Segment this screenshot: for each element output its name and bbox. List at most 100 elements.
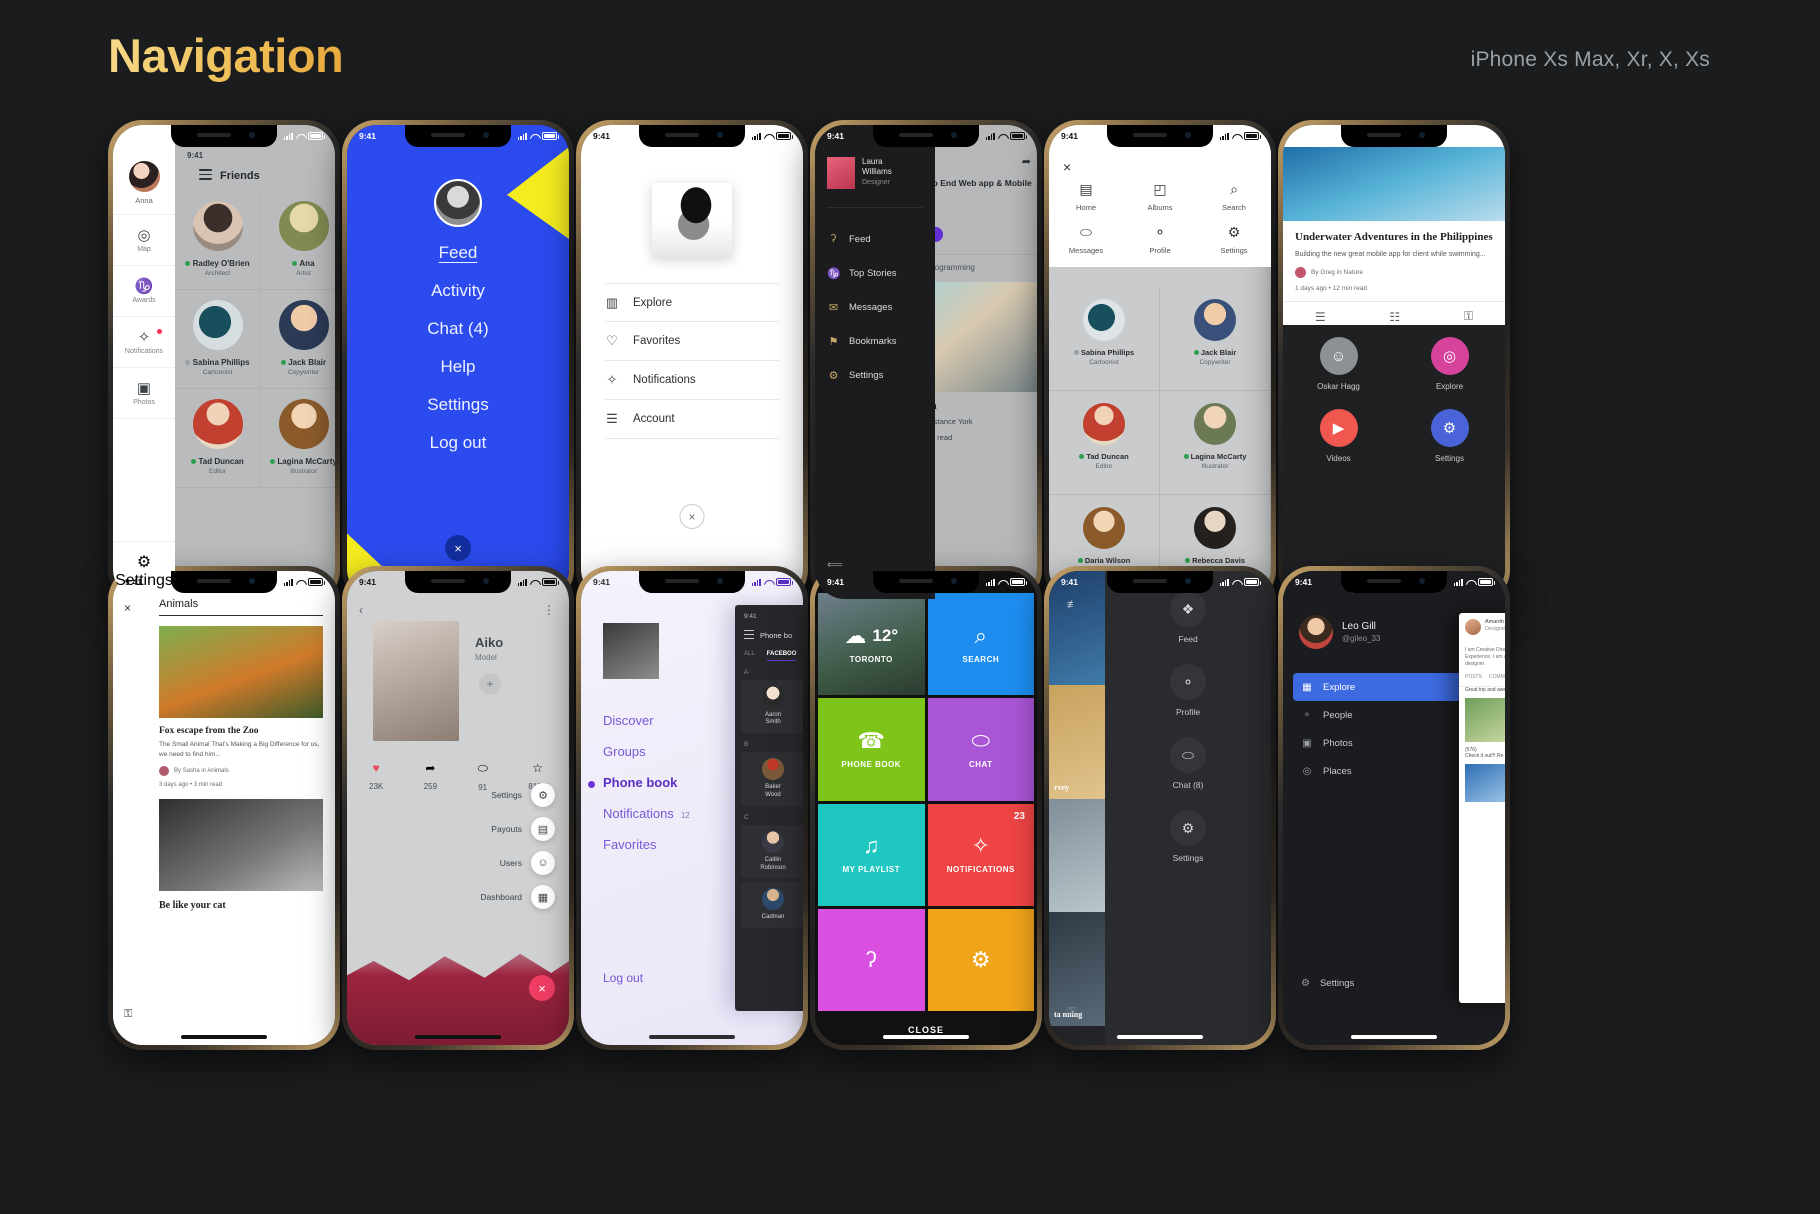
menu-item-discover[interactable]: Discover — [603, 713, 690, 728]
nav-item-home[interactable]: ▤ Home — [1049, 181, 1123, 212]
menu-item-notifications[interactable]: ✧ Notifications — [605, 361, 779, 400]
logout-icon[interactable]: ⟸ — [827, 558, 843, 571]
menu-item-phone-book[interactable]: Phone book — [588, 775, 690, 790]
menu-item-help[interactable]: Help — [347, 357, 569, 377]
story-card[interactable]: rvey — [1049, 684, 1105, 799]
nav-item-messages[interactable]: ⬭ Messages — [1049, 224, 1123, 255]
stat-likes[interactable]: ♥ 23K — [369, 761, 383, 792]
menu-item-messages[interactable]: ✉ Messages — [815, 290, 935, 324]
tab-comments[interactable]: COMM — [1489, 674, 1505, 680]
menu-item-settings[interactable]: ⚙ Settings — [815, 358, 935, 392]
menu-item-explore[interactable]: ▥ Explore — [605, 283, 779, 322]
nav-item-explore[interactable]: ◎ Explore — [1394, 337, 1505, 391]
tile-search[interactable]: ⌕ SEARCH — [927, 593, 1034, 696]
friend-card[interactable]: Tad Duncan Editor — [175, 388, 261, 488]
friend-card[interactable]: Lagina McCarty Illustrator — [261, 389, 335, 488]
contact-card[interactable]: Aaron Smith — [741, 679, 803, 734]
nav-item-settings[interactable]: ⚙ Settings — [1197, 224, 1271, 255]
more-icon[interactable]: ⋮ — [543, 603, 555, 617]
action-payouts[interactable]: Payouts ▤ — [480, 817, 555, 841]
tile-notifications[interactable]: 23 ✧ NOTIFICATIONS — [927, 803, 1034, 906]
tile-settings[interactable]: ⚙ — [927, 908, 1034, 1011]
close-icon[interactable]: × — [445, 535, 471, 561]
phone-mockup-blue-menu: Feed Activity Chat (4) Help Settings Log… — [342, 120, 574, 604]
close-icon[interactable]: × — [679, 504, 705, 529]
tile-phone-book[interactable]: ☎ PHONE BOOK — [818, 698, 925, 801]
battery-icon — [776, 578, 793, 586]
contact-card[interactable]: Baker Wood — [741, 752, 803, 806]
friend-card[interactable]: Radley O'Brien Architect — [175, 190, 261, 290]
contact-card[interactable]: Cadman — [741, 882, 803, 929]
menu-item-favorites[interactable]: Favorites — [603, 837, 690, 852]
action-settings[interactable]: Settings ⚙ — [480, 783, 555, 807]
sidebar-item-profile[interactable]: Anna — [113, 151, 175, 215]
book-icon[interactable]: ☷ — [1389, 310, 1400, 324]
sidebar-item-map[interactable]: ◎ Map — [113, 215, 175, 266]
decor-triangle-top — [507, 147, 569, 239]
menu-item-bookmarks[interactable]: ⚑ Bookmarks — [815, 324, 935, 358]
menu-item-settings[interactable]: Settings — [347, 395, 569, 415]
bell-icon[interactable]: ⚿ — [1464, 309, 1473, 324]
hamburger-icon[interactable] — [744, 630, 754, 642]
menu-item-top-stories[interactable]: ♑ Top Stories — [815, 256, 935, 290]
close-icon[interactable]: × — [1049, 151, 1271, 181]
friend-card[interactable]: Jack Blair Copywriter — [261, 290, 335, 389]
nav-item-settings[interactable]: ⚙ Settings — [1105, 810, 1271, 863]
bell-icon[interactable]: ⚿ — [124, 1008, 132, 1021]
hamburger-icon[interactable] — [199, 169, 212, 183]
action-dashboard[interactable]: Dashboard ▦ — [480, 885, 555, 909]
friend-card[interactable]: Jack Blair Copywriter — [1160, 287, 1271, 391]
menu-item-feed[interactable]: ʔ Feed — [815, 222, 935, 256]
friend-card[interactable]: Ana Artist — [261, 191, 335, 290]
sidebar-item-notifications[interactable]: ✧ Notifications — [113, 317, 175, 368]
friend-card[interactable]: Tad Duncan Editor — [1049, 391, 1160, 495]
nav-item-profile[interactable]: ⚬ Profile — [1105, 664, 1271, 717]
menu-item-notifications[interactable]: Notifications 12 — [603, 806, 690, 821]
menu-item-logout[interactable]: Log out — [347, 433, 569, 453]
nav-item-feed[interactable]: ❖ Feed — [1105, 591, 1271, 644]
menu-item-groups[interactable]: Groups — [603, 744, 690, 759]
menu-item-logout[interactable]: Log out — [603, 971, 643, 985]
tab-posts[interactable]: POSTS — [1465, 674, 1482, 680]
action-users[interactable]: Users ☺ — [480, 851, 555, 875]
share-icon[interactable]: ➦ — [1022, 155, 1031, 168]
sliders-icon[interactable]: ≢ — [1067, 599, 1078, 611]
sidebar-item-awards[interactable]: ♑ Awards — [113, 266, 175, 317]
nav-item-albums[interactable]: ◰ Albums — [1123, 181, 1197, 212]
back-icon[interactable]: ‹ — [359, 603, 363, 617]
friend-card[interactable]: Sabina Phillips Cartoonist — [1049, 287, 1160, 391]
menu-item-account[interactable]: ☰ Account — [605, 400, 779, 439]
contact-card[interactable]: Caitlin Robinson — [741, 824, 803, 879]
story-card[interactable] — [1049, 798, 1105, 913]
search-input[interactable]: Animals — [159, 598, 323, 616]
tab-all[interactable]: ALL — [744, 651, 755, 661]
nav-item-videos[interactable]: ▶ Videos — [1283, 409, 1394, 463]
friend-card[interactable]: Sabina Phillips Cartoonist — [175, 289, 261, 389]
close-fab[interactable]: × — [529, 975, 555, 1001]
close-button[interactable]: CLOSE — [815, 1025, 1037, 1035]
nav-item-settings[interactable]: ⚙ Settings — [1394, 409, 1505, 463]
sidebar-item-settings[interactable]: ⚙ Settings — [1301, 978, 1354, 989]
avatar[interactable] — [434, 179, 482, 227]
tile-trending[interactable]: ʔ — [818, 908, 925, 1011]
menu-item-activity[interactable]: Activity — [347, 281, 569, 301]
add-button[interactable]: + — [479, 673, 501, 695]
tile-playlist[interactable]: ♫ MY PLAYLIST — [818, 803, 925, 906]
menu-item-chat[interactable]: Chat (4) — [347, 319, 569, 339]
nav-item-oskar-hagg[interactable]: ☺ Oskar Hagg — [1283, 337, 1394, 391]
bell-icon[interactable]: ⚿ — [1067, 1006, 1075, 1019]
tab-facebook[interactable]: FACEBOO — [766, 651, 797, 661]
story-card[interactable]: ta nning — [1049, 912, 1105, 1026]
menu-item-favorites[interactable]: ♡ Favorites — [605, 322, 779, 361]
avatar[interactable] — [603, 623, 659, 679]
stat-shares[interactable]: ➦ 259 — [424, 761, 437, 792]
list-icon[interactable]: ☰ — [1315, 310, 1326, 324]
nav-item-profile[interactable]: ⚬ Profile — [1123, 224, 1197, 255]
menu-item-feed[interactable]: Feed — [347, 243, 569, 263]
nav-item-search[interactable]: ⌕ Search — [1197, 181, 1271, 212]
tile-weather[interactable]: ☁ 12° TORONTO — [818, 593, 925, 696]
friend-card[interactable]: Lagina McCarty Illustrator — [1160, 391, 1271, 495]
sidebar-item-photos[interactable]: ▣ Photos — [113, 368, 175, 419]
nav-item-chat[interactable]: ⬭ Chat (8) — [1105, 737, 1271, 790]
tile-chat[interactable]: ⬭ CHAT — [927, 698, 1034, 801]
